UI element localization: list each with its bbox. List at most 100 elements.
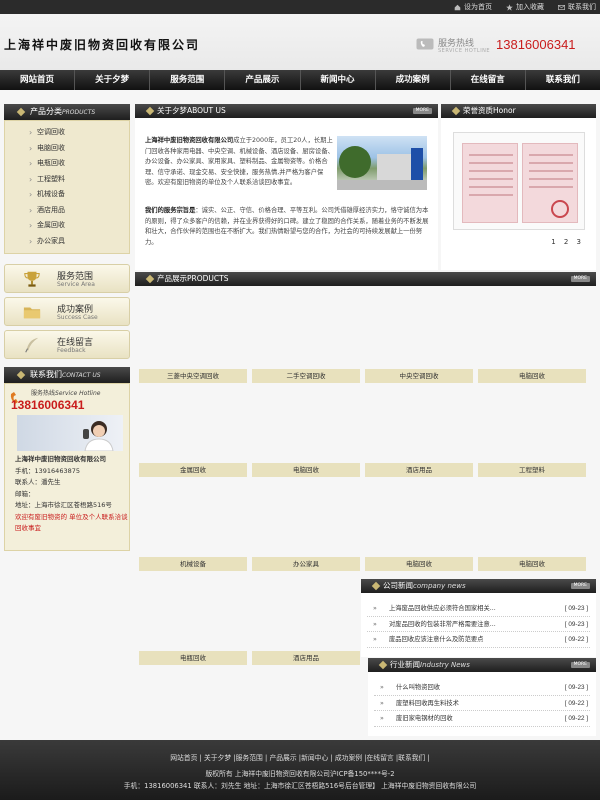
company-news-header: 公司新闻company news MORE: [361, 579, 596, 593]
company-news-list: 上海废品回收供应必须符合国家相关...[ 09-23 ] 对废品回收的包装非常严…: [361, 601, 596, 648]
product-label[interactable]: 工程塑料: [478, 463, 586, 477]
contact-box: 服务热线Service Hotline 13816006341 上海祥中废旧物资…: [4, 383, 130, 551]
set-homepage-link[interactable]: 设为首页: [454, 2, 492, 12]
news-item[interactable]: 对废品回收的包装非常严格需要注意...[ 09-23 ]: [367, 617, 590, 632]
nav-cases[interactable]: 成功案例: [376, 70, 451, 90]
footer-links[interactable]: 网站首页 | 关于夕梦 |服务范围 | 产品展示 |新闻中心 | 成功案例 |在…: [0, 752, 600, 762]
product-label[interactable]: 电脑回收: [365, 557, 473, 571]
honor-pager[interactable]: 1 2 3: [551, 238, 584, 246]
service-area-button[interactable]: 服务范围 Service Area: [4, 264, 130, 293]
about-more-button[interactable]: MORE: [412, 108, 432, 114]
company-news-more-button[interactable]: MORE: [570, 583, 590, 589]
product-label[interactable]: 二手空调回收: [252, 369, 360, 383]
mail-icon: [558, 4, 565, 10]
category-item[interactable]: 酒店用品: [5, 203, 129, 219]
industry-news-header: 行业新闻Industry News MORE: [368, 658, 596, 672]
quill-icon: [25, 337, 39, 353]
nav-about[interactable]: 关于夕梦: [75, 70, 151, 90]
news-item[interactable]: 废塑料回收再生料技术[ 09-22 ]: [374, 696, 590, 711]
company-logo[interactable]: 上海祥中废旧物资回收有限公司: [4, 36, 200, 53]
product-label[interactable]: 办公家具: [252, 557, 360, 571]
product-label[interactable]: 三菱中央空调回收: [139, 369, 247, 383]
product-label[interactable]: 电脑回收: [252, 463, 360, 477]
product-label[interactable]: 电瓶回收: [139, 651, 247, 665]
category-item[interactable]: 工程塑料: [5, 172, 129, 188]
categories-header: 产品分类PRODUCTS: [4, 104, 130, 120]
company-news-section: 公司新闻company news MORE 上海废品回收供应必须符合国家相关..…: [361, 579, 596, 657]
product-label[interactable]: 机械设备: [139, 557, 247, 571]
product-label[interactable]: 电脑回收: [478, 369, 586, 383]
product-label[interactable]: 电脑回收: [478, 557, 586, 571]
certificate-image[interactable]: [453, 132, 585, 230]
nav-news[interactable]: 新闻中心: [301, 70, 376, 90]
news-item[interactable]: 什么叫物资回收[ 09-23 ]: [374, 680, 590, 696]
industry-news-more-button[interactable]: MORE: [570, 662, 590, 668]
industry-news-list: 什么叫物资回收[ 09-23 ] 废塑料回收再生料技术[ 09-22 ] 废旧家…: [368, 680, 596, 727]
main-nav: 网站首页 关于夕梦 服务范围 产品展示 新闻中心 成功案例 在线留言 联系我们: [0, 70, 600, 90]
success-case-button[interactable]: 成功案例 Success Case: [4, 297, 130, 326]
about-text: 上海祥中废旧物资回收有限公司成立于2000年，员工20人，长期上门回收各种家用电…: [145, 137, 334, 186]
contact-us-link[interactable]: 联系我们: [558, 2, 596, 12]
contact-hotline-number: 13816006341: [11, 398, 85, 412]
star-icon: [506, 3, 513, 11]
diamond-icon: [16, 370, 26, 380]
news-item[interactable]: 废品回收应该注意什么及防范要点[ 09-22 ]: [367, 632, 590, 648]
nav-services[interactable]: 服务范围: [150, 70, 226, 90]
company-building-photo: [337, 136, 427, 190]
service-agent-photo: [17, 415, 123, 452]
product-label[interactable]: 酒店用品: [252, 651, 360, 665]
honor-header: 荣誉资质Honor: [441, 104, 596, 118]
footer: 网站首页 | 关于夕梦 |服务范围 | 产品展示 |新闻中心 | 成功案例 |在…: [0, 740, 600, 800]
diamond-icon: [16, 107, 26, 117]
contact-hotline-label: 服务热线Service Hotline: [31, 390, 101, 397]
certificate-page-right: [522, 143, 578, 223]
category-item[interactable]: 办公家具: [5, 234, 129, 250]
about-header: 关于夕梦ABOUT US MORE: [135, 104, 438, 118]
honor-section: 荣誉资质Honor 1 2 3: [441, 104, 596, 270]
hotline-sub: SERVICE HOTLINE: [438, 48, 491, 54]
nav-feedback[interactable]: 在线留言: [451, 70, 526, 90]
category-item[interactable]: 空调回收: [5, 125, 129, 141]
folder-icon: [23, 307, 41, 319]
category-item[interactable]: 电瓶回收: [5, 156, 129, 172]
product-label[interactable]: 酒店用品: [365, 463, 473, 477]
product-label[interactable]: 中央空调回收: [365, 369, 473, 383]
nav-home[interactable]: 网站首页: [0, 70, 76, 90]
about-section: 关于夕梦ABOUT US MORE 上海祥中废旧物资回收有限公司成立于2000年…: [135, 104, 438, 270]
nav-products[interactable]: 产品展示: [225, 70, 301, 90]
products-more-button[interactable]: MORE: [570, 276, 590, 282]
industry-news-section: 行业新闻Industry News MORE 什么叫物资回收[ 09-23 ] …: [368, 658, 596, 736]
feedback-button[interactable]: 在线留言 Feedback: [4, 330, 130, 359]
top-links: 设为首页 加入收藏 联系我们: [454, 2, 596, 12]
footer-contact: 手机：13816006341 联系人：刘先生 地址：上海市徐汇区苍梧路516号后…: [123, 782, 477, 790]
contact-header: 联系我们CONTACT US: [4, 367, 130, 383]
product-label[interactable]: 金属回收: [139, 463, 247, 477]
trophy-icon: [24, 271, 40, 287]
about-purpose-text: 我们的服务宗旨是：诚实、公正、守信、价格合理、平等互利。公司凭借雄厚经济实力，恪…: [145, 207, 429, 246]
category-item[interactable]: 电脑回收: [5, 141, 129, 157]
diamond-icon: [378, 660, 388, 670]
building-illustration: [337, 146, 427, 190]
category-item[interactable]: 机械设备: [5, 187, 129, 203]
contact-details: 上海祥中废旧物资回收有限公司 手机：13916463875 联系人：潘先生 邮箱…: [15, 455, 128, 532]
hotline-number: 13816006341: [496, 37, 576, 52]
agent-illustration: [83, 421, 114, 452]
certificate-page-left: [462, 143, 518, 223]
footer-copyright: 版权所有 上海祥中废旧物资回收有限公司沪ICP备150****号-2: [205, 770, 395, 778]
products-section: 产品展示PRODUCTS MORE: [135, 272, 596, 292]
category-item[interactable]: 金属回收: [5, 218, 129, 234]
news-item[interactable]: 上海废品回收供应必须符合国家相关...[ 09-23 ]: [367, 601, 590, 617]
diamond-icon: [145, 274, 155, 284]
add-favorite-link[interactable]: 加入收藏: [506, 2, 544, 12]
news-item[interactable]: 废旧家电钢材的回收[ 09-22 ]: [374, 711, 590, 727]
category-list: 空调回收 电脑回收 电瓶回收 工程塑料 机械设备 酒店用品 金属回收 办公家具: [4, 120, 130, 254]
home-icon: [454, 4, 461, 10]
diamond-icon: [451, 106, 461, 116]
seal-icon: [551, 200, 569, 218]
phone-icon: [416, 38, 434, 50]
products-header: 产品展示PRODUCTS MORE: [135, 272, 596, 286]
left-column: 产品分类PRODUCTS 空调回收 电脑回收 电瓶回收 工程塑料 机械设备 酒店…: [4, 104, 130, 551]
nav-contact[interactable]: 联系我们: [526, 70, 600, 90]
diamond-icon: [371, 581, 381, 591]
diamond-icon: [145, 106, 155, 116]
